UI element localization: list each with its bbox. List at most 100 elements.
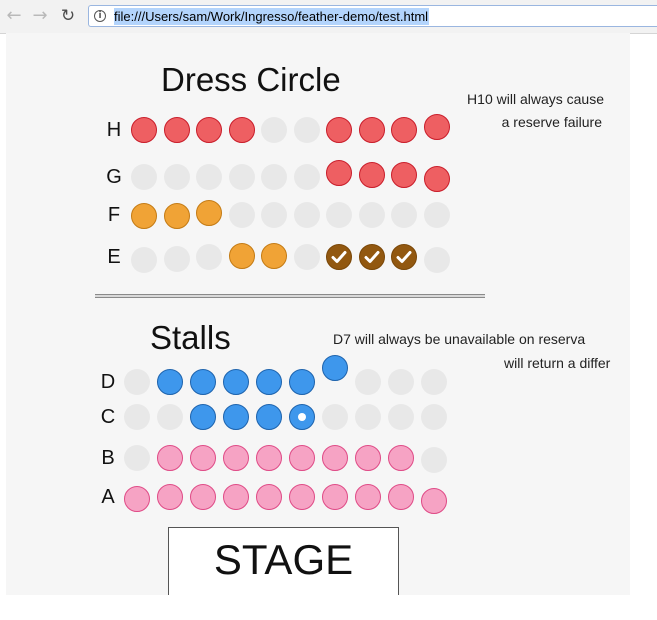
seat-d6[interactable] — [289, 369, 315, 395]
section-divider — [95, 294, 485, 298]
seat-d7[interactable] — [322, 355, 348, 381]
seat-e9[interactable] — [391, 244, 417, 270]
seat-c1 — [124, 404, 150, 430]
seat-h6 — [293, 117, 320, 143]
seat-a2[interactable] — [157, 484, 183, 510]
back-button[interactable]: ← — [3, 6, 25, 26]
seat-c5[interactable] — [256, 404, 282, 430]
seat-c3[interactable] — [190, 404, 216, 430]
seat-b9[interactable] — [388, 445, 414, 471]
seat-b8[interactable] — [355, 445, 381, 471]
seat-f2[interactable] — [163, 203, 190, 229]
seat-e10 — [423, 247, 450, 273]
info-icon[interactable]: i — [94, 10, 106, 22]
seat-g8[interactable] — [358, 162, 385, 188]
row-label-d: D — [100, 371, 116, 393]
seat-e5[interactable] — [261, 243, 287, 269]
seat-g2 — [163, 164, 190, 190]
seat-a10[interactable] — [421, 488, 447, 514]
seat-a6[interactable] — [289, 484, 315, 510]
seat-h1[interactable] — [131, 117, 157, 143]
seat-f4 — [228, 202, 255, 228]
seat-b5[interactable] — [256, 445, 282, 471]
forward-button[interactable]: → — [29, 6, 51, 26]
seat-a1[interactable] — [124, 486, 150, 512]
row-label-f: F — [107, 204, 121, 226]
address-bar[interactable]: i file:///Users/sam/Work/Ingresso/feathe… — [88, 5, 657, 27]
dress-circle-note-line-1: H10 will always cause — [467, 91, 604, 107]
seat-f1[interactable] — [131, 203, 157, 229]
row-label-c: C — [100, 406, 116, 428]
seat-f7 — [326, 202, 352, 228]
seat-h10[interactable] — [423, 114, 450, 140]
row-label-h: H — [106, 119, 122, 141]
dress-circle-title: Dress Circle — [161, 61, 341, 98]
seat-f10 — [423, 202, 450, 228]
seat-b4[interactable] — [223, 445, 249, 471]
row-label-a: A — [101, 486, 115, 508]
seat-c8 — [355, 404, 381, 430]
page-content: Dress Circle H10 will always cause a res… — [6, 33, 630, 595]
seat-f5 — [261, 202, 287, 228]
seat-a8[interactable] — [355, 484, 381, 510]
seat-a3[interactable] — [190, 484, 216, 510]
seat-g5 — [261, 164, 287, 190]
seat-g10[interactable] — [423, 166, 450, 192]
seat-a7[interactable] — [322, 484, 348, 510]
seat-d2[interactable] — [157, 369, 183, 395]
seat-b2[interactable] — [157, 445, 183, 471]
stalls-note-line-1: D7 will always be unavailable on reserva — [333, 331, 586, 347]
seat-g1 — [131, 164, 157, 190]
url-text[interactable]: file:///Users/sam/Work/Ingresso/feather-… — [114, 8, 430, 25]
seat-g4 — [228, 164, 255, 190]
seat-g7[interactable] — [326, 160, 352, 186]
seat-d4[interactable] — [223, 369, 249, 395]
seat-d10 — [421, 369, 447, 395]
selected-dot-icon — [298, 413, 306, 421]
seat-d5[interactable] — [256, 369, 282, 395]
seat-h9[interactable] — [391, 117, 417, 143]
reload-icon[interactable]: ↻ — [57, 6, 79, 26]
seat-c6[interactable] — [289, 404, 315, 430]
seat-c10 — [421, 404, 447, 430]
seat-e2 — [163, 246, 190, 272]
seat-d1 — [124, 369, 150, 395]
check-icon — [396, 251, 412, 263]
seat-c4[interactable] — [223, 404, 249, 430]
seat-g3 — [196, 164, 222, 190]
seat-e8[interactable] — [358, 244, 385, 270]
seat-a9[interactable] — [388, 484, 414, 510]
dress-circle-note-line-2: a reserve failure — [501, 114, 602, 130]
stage-label: STAGE — [213, 536, 354, 583]
seat-g9[interactable] — [391, 162, 417, 188]
dress-circle-note: H10 will always cause a reserve failure — [467, 88, 604, 134]
row-label-g: G — [106, 166, 122, 188]
seat-b3[interactable] — [190, 445, 216, 471]
stalls-note-line-2: will return a differ — [504, 355, 611, 371]
seat-f3[interactable] — [196, 200, 222, 226]
seat-h5 — [261, 117, 287, 143]
seat-c7 — [322, 404, 348, 430]
seat-e7[interactable] — [326, 244, 352, 270]
seat-h7[interactable] — [326, 117, 352, 143]
seat-b10 — [421, 447, 447, 473]
seat-f6 — [293, 202, 320, 228]
seat-h2[interactable] — [163, 117, 190, 143]
check-icon — [331, 251, 347, 263]
seat-e4[interactable] — [228, 243, 255, 269]
seat-h4[interactable] — [228, 117, 255, 143]
seat-a5[interactable] — [256, 484, 282, 510]
seat-e1 — [131, 247, 157, 273]
seat-h8[interactable] — [358, 117, 385, 143]
seat-b7[interactable] — [322, 445, 348, 471]
seat-e6 — [293, 244, 320, 270]
seat-e3 — [196, 244, 222, 270]
seat-d3[interactable] — [190, 369, 216, 395]
stage: STAGE — [168, 527, 399, 595]
seat-h3[interactable] — [196, 117, 222, 143]
seat-d8 — [355, 369, 381, 395]
seat-a4[interactable] — [223, 484, 249, 510]
stalls-title: Stalls — [150, 319, 231, 356]
seat-b6[interactable] — [289, 445, 315, 471]
seat-g6 — [293, 164, 320, 190]
